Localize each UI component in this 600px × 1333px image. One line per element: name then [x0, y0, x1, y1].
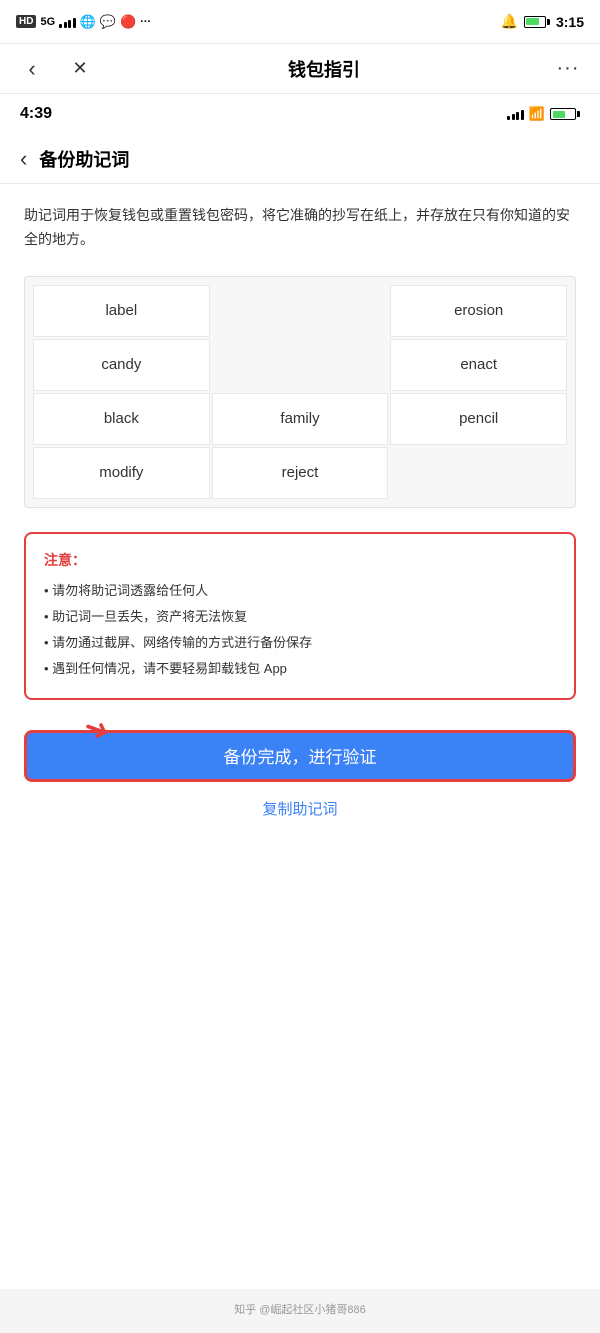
outer-nav-bar: ‹ ✕ 钱包指引 ··· — [0, 44, 600, 94]
bell-icon: 🔔 — [501, 13, 518, 30]
content-area: 助记词用于恢复钱包或重置钱包密码，将它准确的抄写在纸上，并存放在只有你知道的安全… — [0, 184, 600, 1289]
outer-time: 3:15 — [556, 14, 584, 30]
inner-back-button[interactable]: ‹ — [20, 146, 27, 172]
hd-badge: HD — [16, 15, 36, 28]
more-apps-icon: ··· — [140, 16, 151, 28]
warning-item-2: • 助记词一旦丢失，资产将无法恢复 — [44, 604, 556, 630]
arrow-indicator: ➜ — [84, 712, 109, 747]
mnemonic-word-2-empty — [212, 285, 389, 337]
outer-close-button[interactable]: ✕ — [64, 53, 96, 85]
mnemonic-word-1: label — [33, 285, 210, 337]
description-text: 助记词用于恢复钱包或重置钱包密码，将它准确的抄写在纸上，并存放在只有你知道的安全… — [24, 204, 576, 252]
mnemonic-word-11: reject — [212, 447, 389, 499]
inner-status-icons: 📶 — [507, 106, 580, 122]
mnemonic-word-5-empty — [212, 339, 389, 391]
outer-status-bar: HD 5G 🌐 💬 🔴 ··· 🔔 3:15 — [0, 0, 600, 44]
qq-icon: 💬 — [100, 14, 116, 30]
inner-time: 4:39 — [20, 105, 52, 123]
mnemonic-word-7: black — [33, 393, 210, 445]
mnemonic-grid: label erosion candy enact black family p… — [24, 276, 576, 508]
battery-icon — [524, 16, 550, 28]
copy-link[interactable]: 复制助记词 — [24, 798, 576, 819]
inner-wifi-icon: 📶 — [529, 106, 545, 122]
5g-badge: 5G — [40, 16, 55, 28]
mnemonic-word-6: enact — [390, 339, 567, 391]
inner-status-bar: 4:39 📶 — [0, 94, 600, 134]
outer-back-button[interactable]: ‹ — [16, 53, 48, 85]
confirm-section: ➜ 备份完成，进行验证 — [24, 730, 576, 782]
weibo-icon: 🌐 — [80, 14, 96, 30]
mnemonic-word-9: pencil — [390, 393, 567, 445]
warning-title: 注意： — [44, 550, 556, 570]
notify-icon: 🔴 — [120, 14, 136, 30]
signal-bars-icon — [59, 16, 76, 28]
inner-nav-bar: ‹ 备份助记词 — [0, 134, 600, 184]
inner-battery-icon — [550, 108, 580, 120]
outer-more-button[interactable]: ··· — [552, 53, 584, 85]
warning-item-4: • 遇到任何情况，请不要轻易卸载钱包 App — [44, 656, 556, 682]
mnemonic-word-12-empty — [390, 447, 567, 499]
watermark: 知乎 @崛起社区小猪哥886 — [0, 1289, 600, 1333]
phone-screen: 4:39 📶 ‹ 备份助记词 助记词用于恢复钱包或重置钱包密码，将它准确的抄写在… — [0, 94, 600, 1333]
inner-nav-title: 备份助记词 — [39, 146, 129, 172]
mnemonic-word-8: family — [212, 393, 389, 445]
mnemonic-word-10: modify — [33, 447, 210, 499]
mnemonic-word-4: candy — [33, 339, 210, 391]
mnemonic-word-3: erosion — [390, 285, 567, 337]
status-right: 🔔 3:15 — [501, 13, 584, 30]
status-left: HD 5G 🌐 💬 🔴 ··· — [16, 14, 151, 30]
warning-item-3: • 请勿通过截屏、网络传输的方式进行备份保存 — [44, 630, 556, 656]
warning-box: 注意： • 请勿将助记词透露给任何人 • 助记词一旦丢失，资产将无法恢复 • 请… — [24, 532, 576, 700]
warning-item-1: • 请勿将助记词透露给任何人 — [44, 578, 556, 604]
outer-nav-title: 钱包指引 — [288, 56, 360, 82]
inner-signal-icon — [507, 108, 524, 120]
